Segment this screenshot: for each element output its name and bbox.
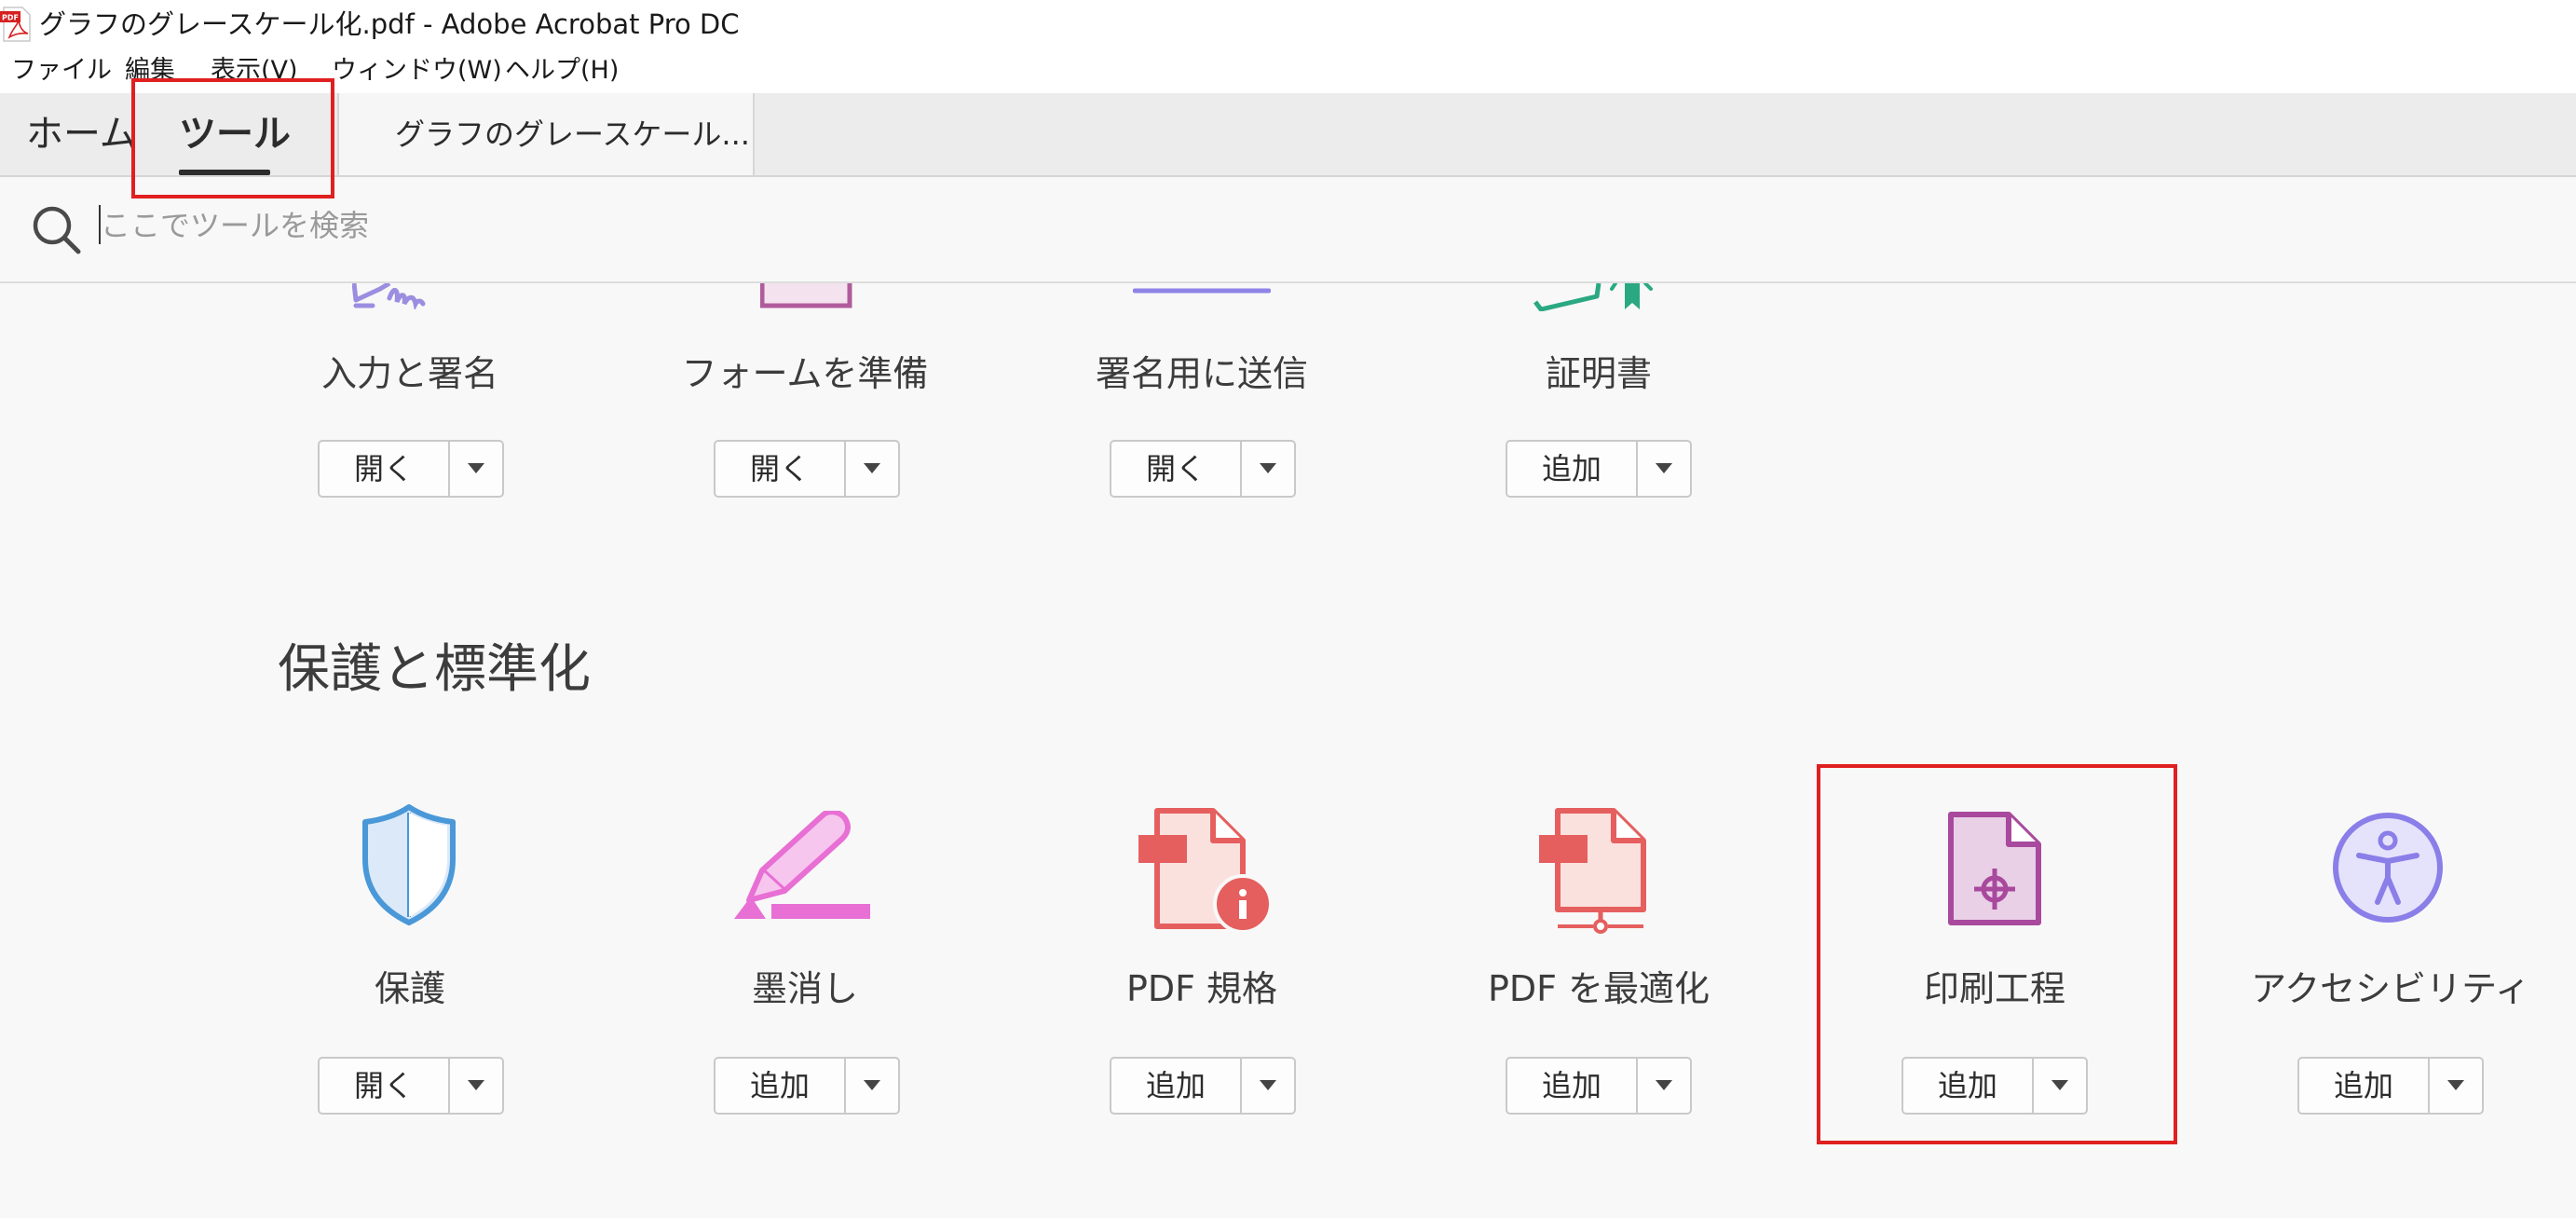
window-title: グラフのグレースケール化.pdf - Adobe Acrobat Pro DC (39, 8, 740, 40)
highlight-print-production (1817, 764, 2177, 1144)
menu-file[interactable]: ファイル (11, 48, 112, 93)
chevron-down-icon (2447, 1080, 2464, 1090)
send-for-signature-open-button[interactable]: 開く (1111, 442, 1240, 496)
certificates-add-button[interactable]: 追加 (1507, 442, 1636, 496)
tool-label-accessibility: アクセシビリティ (2251, 968, 2530, 1009)
menu-help[interactable]: ヘルプ(H) (505, 48, 619, 93)
accessibility-button-group: 追加 (2297, 1057, 2484, 1115)
tool-label-pdf-standards: PDF 規格 (1125, 968, 1278, 1009)
title-bar: PDF グラフのグレースケール化.pdf - Adobe Acrobat Pro… (0, 0, 2576, 48)
acrobat-pdf-icon: PDF (0, 7, 31, 42)
pdf-standards-add-button[interactable]: 追加 (1111, 1059, 1240, 1113)
chevron-down-icon (1656, 463, 1672, 473)
menu-bar: ファイル 編集 表示(V) ウィンドウ(W) ヘルプ(H) (0, 48, 2576, 93)
tool-search-bar (0, 177, 2576, 283)
pdf-standards-dropdown[interactable] (1242, 1059, 1294, 1113)
send-for-signature-icon (1133, 288, 1271, 294)
tab-document[interactable]: グラフのグレースケール... (337, 93, 755, 175)
optimize-pdf-add-button[interactable]: 追加 (1507, 1059, 1636, 1113)
tool-label-send-for-signature: 署名用に送信 (1095, 353, 1308, 394)
highlight-tools-tab (131, 78, 334, 198)
fill-sign-icon (352, 283, 426, 309)
chevron-down-icon (864, 1080, 880, 1090)
prepare-form-dropdown[interactable] (846, 442, 898, 496)
prepare-form-icon (760, 283, 852, 308)
send-for-signature-button-group: 開く (1110, 440, 1296, 498)
tab-home[interactable]: ホーム (26, 110, 137, 158)
redact-icon (734, 811, 870, 919)
fill-sign-open-button[interactable]: 開く (320, 442, 448, 496)
tool-label-fill-sign: 入力と署名 (320, 353, 498, 394)
chevron-down-icon (1260, 463, 1276, 473)
fill-sign-button-group: 開く (318, 440, 504, 498)
tool-label-redact: 墨消し (751, 968, 858, 1009)
tool-label-optimize-pdf: PDF を最適化 (1487, 968, 1711, 1009)
chevron-down-icon (1260, 1080, 1276, 1090)
tab-bar: ホーム ツール グラフのグレースケール... (0, 93, 2576, 177)
send-for-signature-dropdown[interactable] (1242, 442, 1294, 496)
fill-sign-dropdown[interactable] (450, 442, 502, 496)
prepare-form-open-button[interactable]: 開く (716, 442, 844, 496)
optimize-pdf-icon (1539, 808, 1646, 934)
protect-open-button[interactable]: 開く (320, 1059, 448, 1113)
shield-icon (362, 804, 456, 925)
accessibility-icon (2333, 813, 2443, 923)
certificates-dropdown[interactable] (1638, 442, 1690, 496)
menu-window[interactable]: ウィンドウ(W) (332, 48, 502, 93)
pdf-standards-button-group: 追加 (1110, 1057, 1296, 1115)
certificates-button-group: 追加 (1506, 440, 1692, 498)
protect-button-group: 開く (318, 1057, 504, 1115)
optimize-pdf-button-group: 追加 (1506, 1057, 1692, 1115)
tool-label-protect: 保護 (374, 968, 445, 1009)
section-title: 保護と標準化 (278, 639, 591, 700)
optimize-pdf-dropdown[interactable] (1638, 1059, 1690, 1113)
accessibility-dropdown[interactable] (2430, 1059, 2482, 1113)
tab-document-label: グラフのグレースケール... (395, 116, 750, 152)
chevron-down-icon (468, 463, 484, 473)
redact-button-group: 追加 (714, 1057, 900, 1115)
tool-label-prepare-form: フォームを準備 (681, 353, 929, 394)
redact-dropdown[interactable] (846, 1059, 898, 1113)
chevron-down-icon (864, 463, 880, 473)
app-icon-text: PDF (2, 14, 19, 22)
tool-search-input[interactable] (101, 199, 846, 252)
certificates-icon (1533, 283, 1653, 311)
search-icon (33, 206, 81, 254)
tools-content: 入力と署名 フォームを準備 署名用に送信 証明書 開く 開く 開く 追加 保護と… (0, 283, 2576, 1218)
prepare-form-button-group: 開く (714, 440, 900, 498)
tool-label-certificates: 証明書 (1545, 353, 1652, 394)
protect-dropdown[interactable] (450, 1059, 502, 1113)
chevron-down-icon (1656, 1080, 1672, 1090)
accessibility-add-button[interactable]: 追加 (2299, 1059, 2428, 1113)
chevron-down-icon (468, 1080, 484, 1090)
pdf-standards-icon (1138, 808, 1273, 934)
redact-add-button[interactable]: 追加 (716, 1059, 844, 1113)
